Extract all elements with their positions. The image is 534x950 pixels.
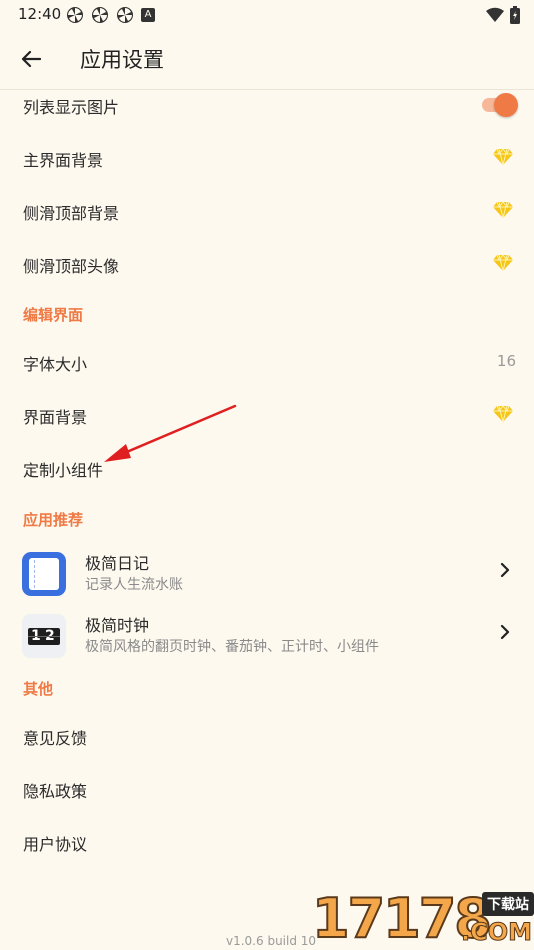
app-card-diary[interactable]: 极简日记 记录人生流水账 xyxy=(0,548,534,604)
app-card-clock[interactable]: 1 2 极简时钟 极简风格的翻页时钟、番茄钟、正计时、小组件 xyxy=(0,610,534,666)
setting-label: 隐私政策 xyxy=(23,782,88,801)
section-header-app-recommend: 应用推荐 xyxy=(23,511,84,529)
clock-app-icon: 1 2 xyxy=(22,614,66,658)
version-text: v1.0.6 build 10 xyxy=(226,934,317,948)
chevron-right-icon xyxy=(500,562,510,578)
setting-label: 意见反馈 xyxy=(23,729,88,748)
setting-row-feedback[interactable]: 意见反馈 xyxy=(0,714,534,758)
setting-row-privacy[interactable]: 隐私政策 xyxy=(0,767,534,811)
setting-label: 用户协议 xyxy=(23,835,88,854)
app-name: 极简日记 xyxy=(85,554,150,573)
watermark-suffix: .COM xyxy=(460,918,532,947)
app-name: 极简时钟 xyxy=(85,616,150,635)
chevron-right-icon xyxy=(500,624,510,640)
setting-row-user-agreement[interactable]: 用户协议 xyxy=(0,820,534,864)
diary-app-icon xyxy=(22,552,66,596)
watermark-logo: 17178 下载站 .COM xyxy=(311,887,534,950)
app-desc: 记录人生流水账 xyxy=(85,577,183,593)
watermark-badge: 下载站 xyxy=(482,892,534,916)
section-header-other: 其他 xyxy=(23,680,54,698)
app-desc: 极简风格的翻页时钟、番茄钟、正计时、小组件 xyxy=(85,639,379,655)
